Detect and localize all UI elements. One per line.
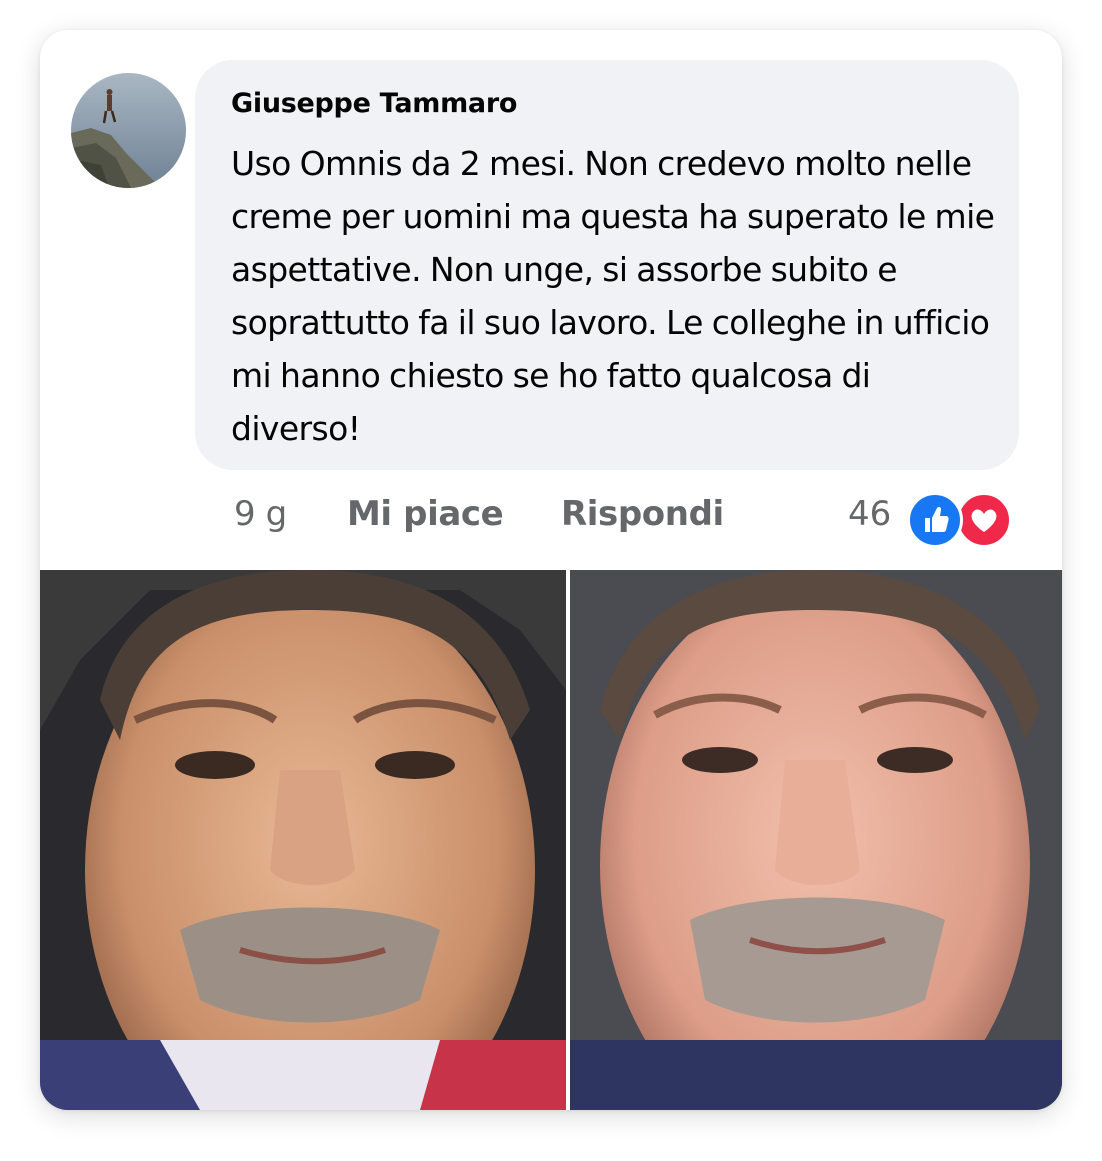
after-photo[interactable] [570,570,1062,1110]
avatar-photo-icon [71,73,186,188]
like-reaction-icon [907,492,963,548]
face-before-icon [40,570,566,1110]
reply-button[interactable]: Rispondi [561,494,724,534]
comment-card: Giuseppe Tammaro Uso Omnis da 2 mesi. No… [40,30,1062,1110]
comment-bubble: Giuseppe Tammaro Uso Omnis da 2 mesi. No… [195,60,1019,470]
before-photo[interactable] [40,570,566,1110]
comment-actions: 9 g Mi piace Rispondi 46 [40,488,1062,548]
reaction-count[interactable]: 46 [848,494,891,534]
comment-timestamp[interactable]: 9 g [234,494,287,534]
author-avatar[interactable] [71,73,186,188]
face-after-icon [570,570,1062,1110]
like-button[interactable]: Mi piace [347,494,504,534]
before-after-photos [40,570,1062,1110]
comment-text: Uso Omnis da 2 mesi. Non credevo molto n… [231,144,995,448]
author-name[interactable]: Giuseppe Tammaro [231,88,517,119]
love-reaction-icon [956,492,1012,548]
